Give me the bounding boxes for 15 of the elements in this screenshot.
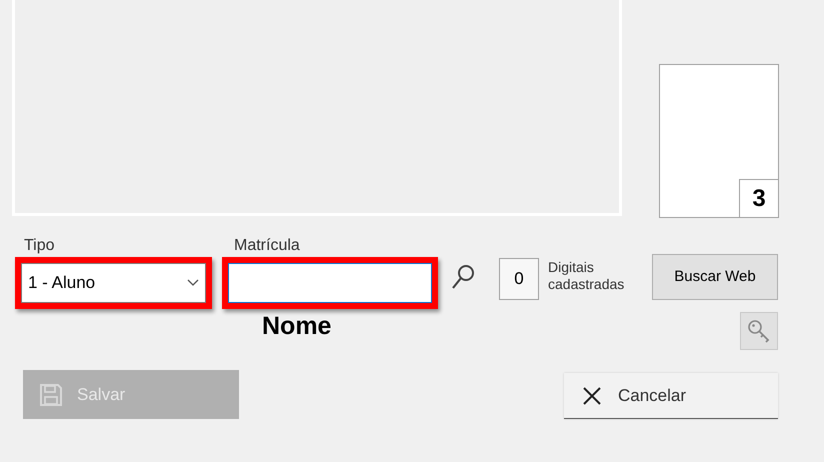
field-label: Tipo — [24, 236, 55, 256]
search-icon[interactable] — [450, 263, 476, 291]
chevron-down-icon — [187, 279, 199, 287]
counter-badge: 3 — [739, 179, 779, 218]
key-button[interactable] — [740, 312, 778, 350]
fingerprint-label: Digitais cadastradas — [548, 259, 626, 293]
cancel-button[interactable]: Cancelar — [564, 373, 778, 419]
fingerprint-count: 0 — [499, 258, 539, 300]
close-icon — [582, 386, 602, 406]
web-search-button[interactable]: Buscar Web — [652, 254, 778, 300]
key-icon — [746, 318, 772, 344]
registration-input[interactable] — [228, 263, 432, 303]
type-dropdown[interactable]: 1 - Aluno — [21, 263, 206, 303]
name-heading: Nome — [262, 311, 332, 342]
field-label: Matrícula — [234, 236, 300, 256]
